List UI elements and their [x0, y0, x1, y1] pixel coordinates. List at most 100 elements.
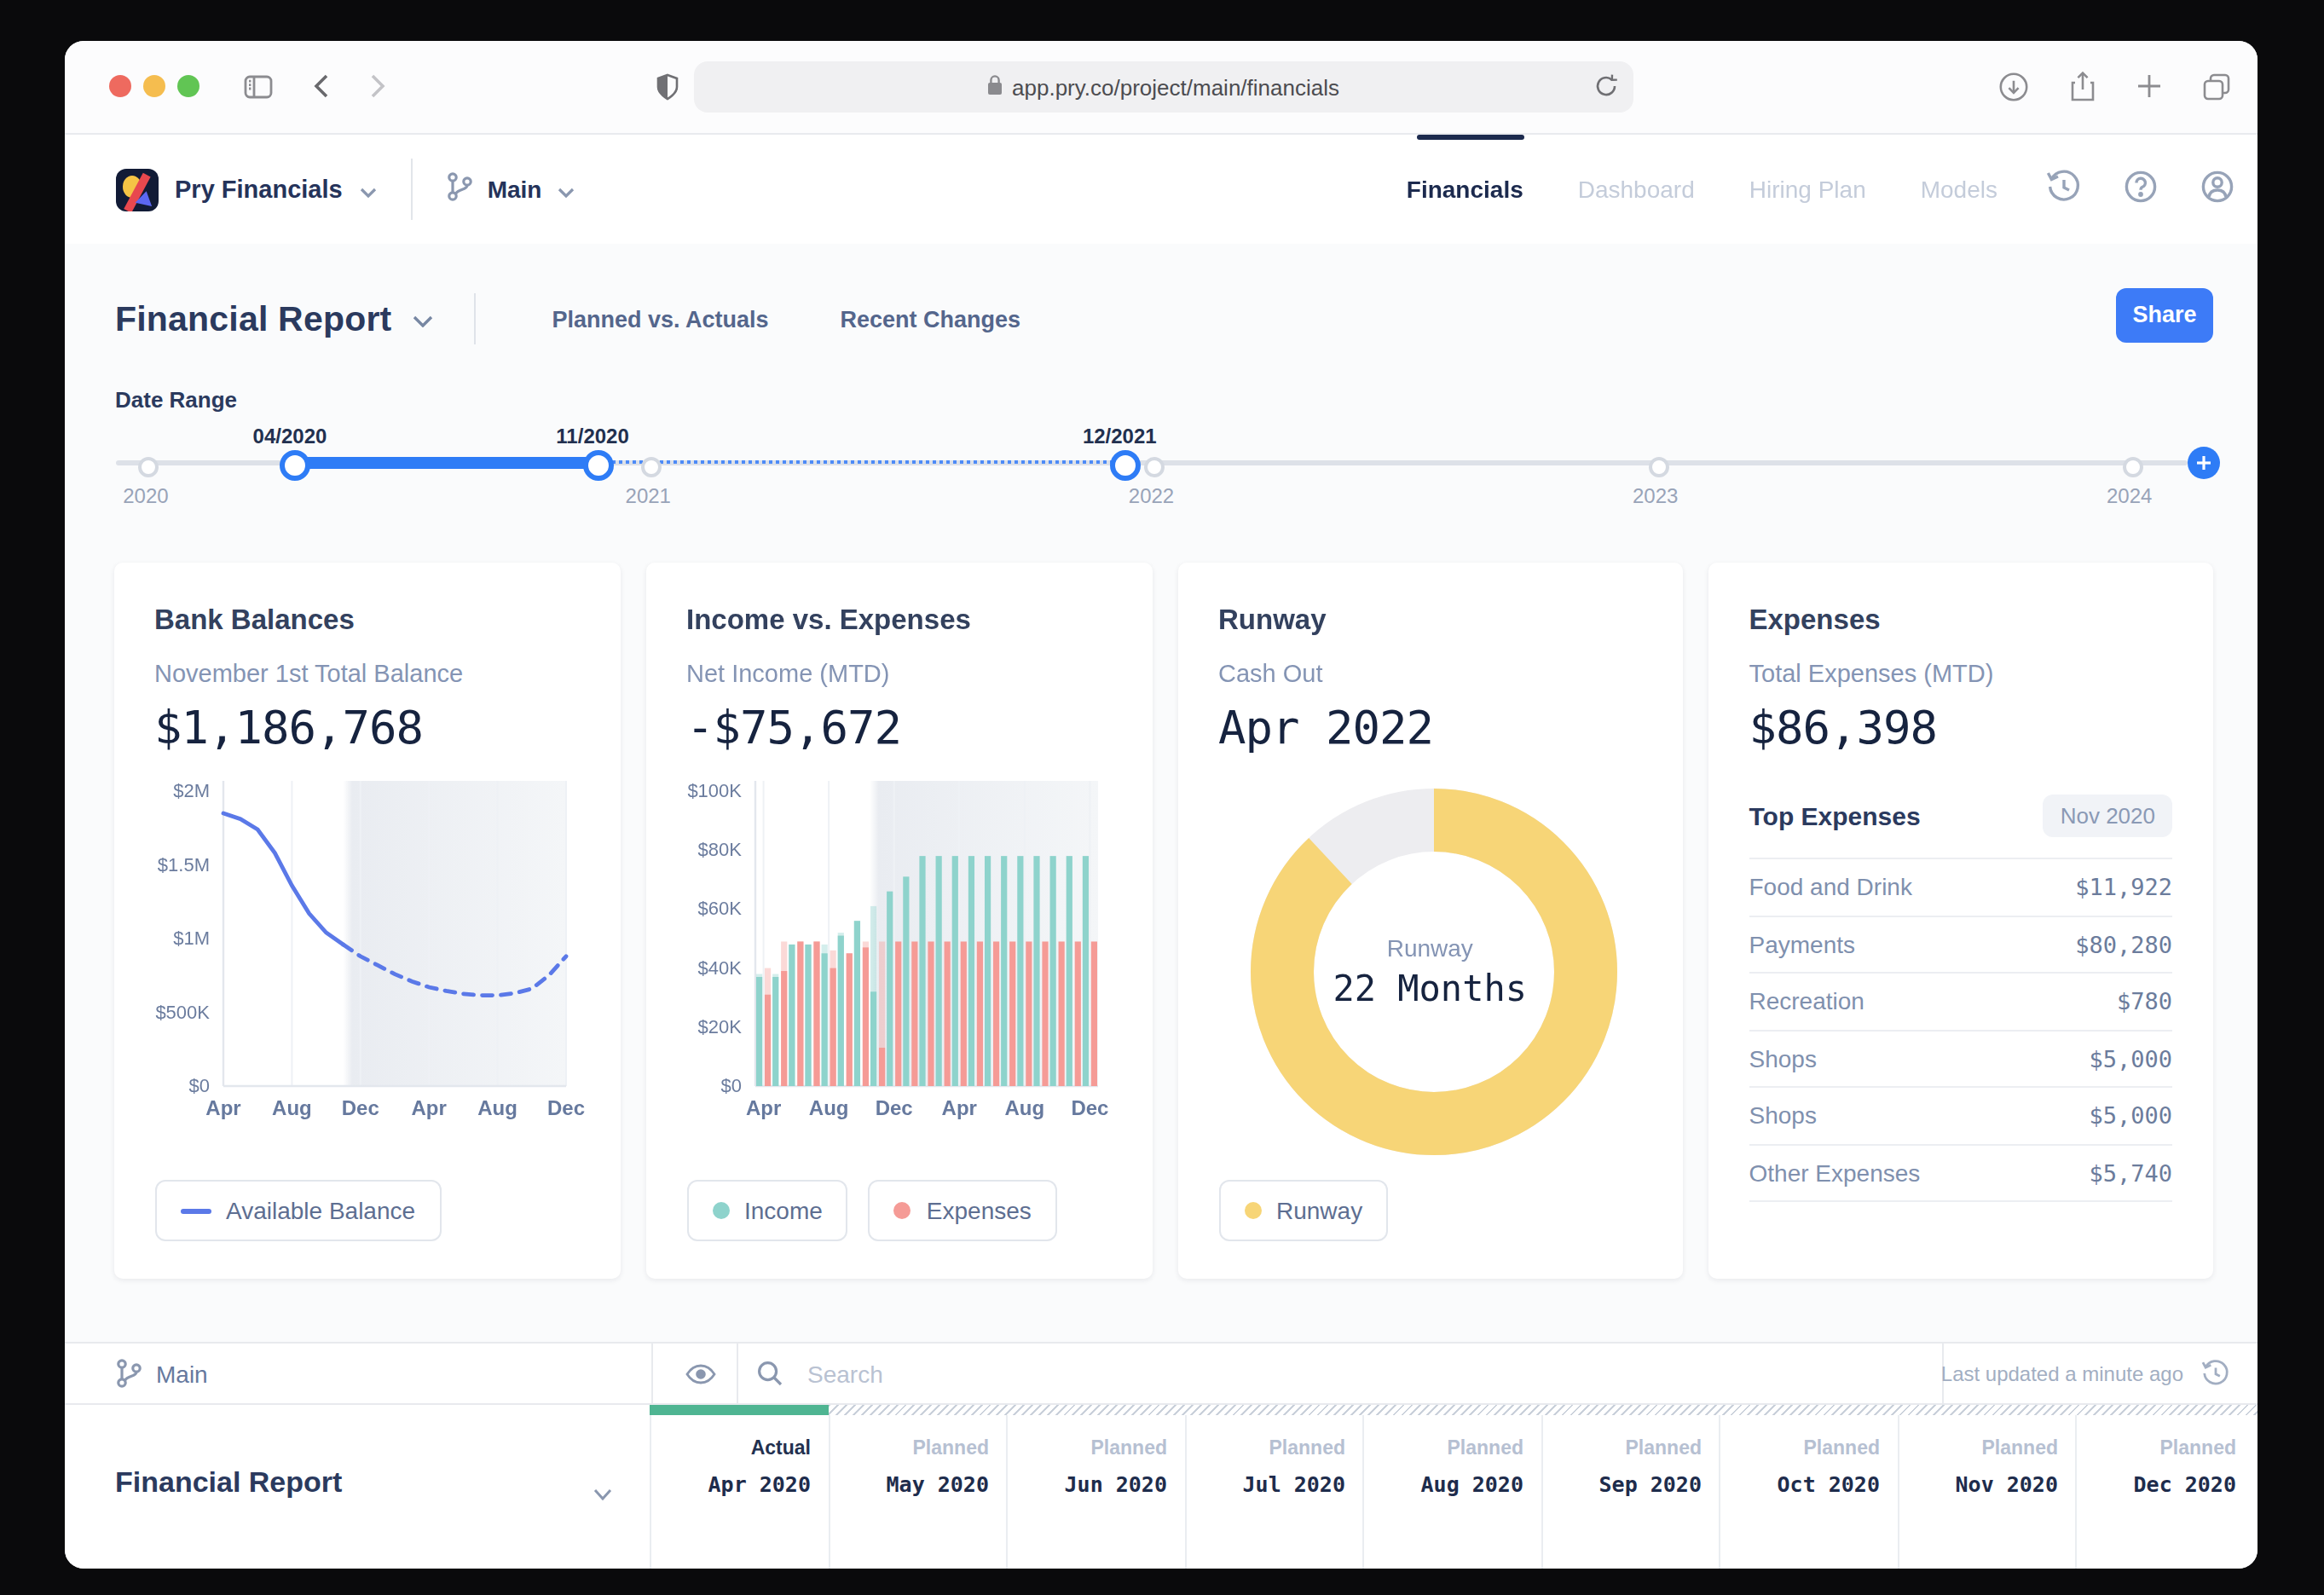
- table-column-header[interactable]: PlannedSep 2020: [1541, 1405, 1719, 1568]
- tab-dashboard[interactable]: Dashboard: [1551, 176, 1722, 203]
- table-column-header[interactable]: PlannedJun 2020: [1006, 1405, 1184, 1568]
- new-tab-icon[interactable]: [2136, 74, 2161, 100]
- svg-text:$80K: $80K: [697, 839, 742, 860]
- history-icon[interactable]: [2200, 1359, 2229, 1388]
- branch-name: Main: [156, 1360, 208, 1387]
- divider: [650, 1344, 652, 1403]
- workspace-name: Pry Financials: [175, 176, 343, 203]
- column-month: Jun 2020: [1008, 1471, 1167, 1497]
- app-header: Pry Financials Main Financials Dashboard…: [64, 134, 2257, 245]
- card-bank-balances: Bank Balances November 1st Total Balance…: [113, 563, 620, 1279]
- branch-indicator[interactable]: Main: [115, 1359, 208, 1388]
- tab-recent-changes[interactable]: Recent Changes: [805, 306, 1057, 332]
- selected-range-segment[interactable]: [290, 457, 593, 469]
- svg-text:Apr: Apr: [745, 1096, 780, 1119]
- table-toolbar: Main Last updated a minute ago: [64, 1344, 2257, 1405]
- search-box[interactable]: [756, 1344, 1322, 1403]
- range-handle[interactable]: [280, 450, 310, 481]
- table-column-header[interactable]: ActualApr 2020: [650, 1405, 828, 1568]
- column-month: Apr 2020: [651, 1471, 811, 1497]
- date-range-slider[interactable]: 2020202120222023202404/202011/202012/202…: [115, 413, 2219, 532]
- zoom-window-button[interactable]: [176, 76, 199, 98]
- column-type: Planned: [1720, 1437, 1880, 1458]
- column-month: Dec 2020: [2077, 1471, 2236, 1497]
- expense-row: Shops$5,000: [1749, 1086, 2173, 1143]
- card-title: Runway: [1218, 604, 1642, 636]
- table-column-header[interactable]: PlannedMay 2020: [828, 1405, 1006, 1568]
- table-column-header[interactable]: PlannedNov 2020: [1897, 1405, 2075, 1568]
- range-handle[interactable]: [582, 450, 613, 481]
- legend-item[interactable]: Runway: [1218, 1180, 1388, 1241]
- page-title[interactable]: Financial Report: [115, 298, 391, 339]
- table-name[interactable]: Financial Report: [115, 1466, 342, 1500]
- window-controls: [108, 76, 199, 98]
- runway-donut-chart: Runway 22 Months: [1218, 767, 1642, 1176]
- legend-item[interactable]: Expenses: [869, 1180, 1057, 1241]
- year-tick: [1649, 456, 1669, 477]
- slider-track[interactable]: 2020202120222023202404/202011/202012/202…: [115, 460, 2188, 465]
- top-expenses-heading: Top Expenses: [1749, 801, 1921, 830]
- chevron-down-icon[interactable]: [593, 1477, 611, 1507]
- tab-planned-vs-actuals[interactable]: Planned vs. Actuals: [516, 306, 804, 332]
- svg-text:Dec: Dec: [546, 1096, 584, 1119]
- table-column-header[interactable]: PlannedJul 2020: [1184, 1405, 1362, 1568]
- history-icon[interactable]: [2025, 168, 2101, 211]
- account-icon[interactable]: [2178, 168, 2257, 211]
- report-bar: Financial Report Planned vs. Actuals Rec…: [64, 263, 2257, 375]
- donut-center-value: 22 Months: [1333, 968, 1527, 1009]
- share-icon[interactable]: [2069, 72, 2095, 102]
- column-month: Nov 2020: [1899, 1471, 2058, 1497]
- back-button[interactable]: [313, 74, 328, 100]
- browser-toolbar: app.pry.co/project/main/financials: [64, 41, 2257, 134]
- branch-switcher[interactable]: Main: [447, 171, 575, 207]
- tab-financials[interactable]: Financials: [1379, 176, 1551, 203]
- card-income-expenses: Income vs. Expenses Net Income (MTD) -$7…: [645, 563, 1152, 1279]
- planned-bar: [828, 1405, 2257, 1414]
- expense-amount: $80,280: [2075, 931, 2172, 958]
- legend-swatch: [1244, 1202, 1261, 1219]
- legend-item[interactable]: Available Balance: [154, 1180, 441, 1241]
- chevron-down-icon[interactable]: [412, 303, 432, 334]
- tab-hiring-plan[interactable]: Hiring Plan: [1722, 176, 1893, 203]
- expense-row: Shops$5,000: [1749, 1029, 2173, 1086]
- column-type: Planned: [1186, 1437, 1345, 1458]
- year-label: 2020: [123, 484, 168, 508]
- last-updated-text: Last updated a minute ago: [1941, 1361, 2183, 1385]
- visibility-icon[interactable]: [664, 1344, 736, 1403]
- income-expenses-chart: $100K$80K$60K$40K$20K$0AprAugDecAprAugDe…: [686, 781, 1111, 1125]
- help-icon[interactable]: [2101, 168, 2178, 211]
- downloads-icon[interactable]: [1997, 72, 2028, 102]
- table-column-header[interactable]: Planned Oct 2020: [1719, 1405, 1897, 1568]
- workspace-switcher[interactable]: Pry Financials: [115, 168, 377, 211]
- range-handle[interactable]: [1109, 450, 1140, 481]
- legend-label: Available Balance: [226, 1197, 415, 1224]
- forward-button[interactable]: [369, 74, 384, 100]
- svg-text:Aug: Aug: [271, 1096, 311, 1119]
- address-bar[interactable]: app.pry.co/project/main/financials: [693, 61, 1633, 113]
- close-window-button[interactable]: [108, 76, 130, 98]
- pry-logo-icon: [115, 168, 158, 211]
- tab-models[interactable]: Models: [1893, 176, 2025, 203]
- column-month: Oct 2020: [1720, 1471, 1880, 1497]
- svg-text:$0: $0: [720, 1075, 741, 1096]
- table-column-header[interactable]: PlannedAug 2020: [1362, 1405, 1541, 1568]
- privacy-shield-icon[interactable]: [656, 73, 678, 101]
- column-type: Planned: [1542, 1437, 1702, 1458]
- expense-row: Food and Drink$11,922: [1749, 858, 2173, 915]
- tab-overview-icon[interactable]: [2202, 73, 2229, 101]
- sidebar-toggle-icon[interactable]: [243, 75, 272, 99]
- reload-icon[interactable]: [1593, 73, 1617, 99]
- share-button[interactable]: Share: [2116, 288, 2213, 342]
- minimize-window-button[interactable]: [142, 76, 165, 98]
- expense-row: Other Expenses$5,740: [1749, 1143, 2173, 1202]
- forecast-range-segment[interactable]: [593, 459, 1119, 463]
- card-value: Apr 2022: [1218, 701, 1642, 754]
- add-range-button[interactable]: [2187, 447, 2219, 479]
- search-input[interactable]: [804, 1358, 1322, 1389]
- expense-row: Payments$80,280: [1749, 915, 2173, 972]
- table-column-header[interactable]: PlannedDec 2020: [2075, 1405, 2253, 1568]
- chevron-down-icon: [557, 174, 574, 205]
- legend-item[interactable]: Income: [686, 1180, 848, 1241]
- divider: [411, 159, 413, 220]
- expense-amount: $5,000: [2089, 1045, 2172, 1072]
